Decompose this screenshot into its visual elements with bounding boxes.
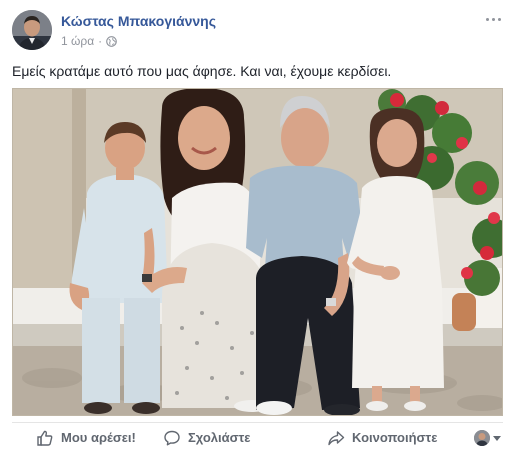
post-photo[interactable]: [12, 88, 503, 416]
share-button[interactable]: Κοινοποιήστε: [327, 423, 437, 453]
thumbs-up-icon: [36, 429, 54, 447]
comment-icon: [163, 429, 181, 447]
post-actions-bar: Μου αρέσει! Σχολιάστε Κοινοποιήστε: [12, 422, 503, 452]
meta-separator: ·: [98, 34, 103, 48]
post-timestamp[interactable]: 1 ώρα: [61, 34, 94, 48]
globe-icon[interactable]: [106, 35, 117, 47]
viewer-avatar: [474, 430, 490, 446]
dot-icon: [485, 17, 489, 21]
post-meta: 1 ώρα ·: [61, 34, 117, 48]
share-icon: [327, 429, 345, 447]
post-text: Εμείς κρατάμε αυτό που μας άφησε. Και να…: [12, 63, 392, 79]
more-options-button[interactable]: [483, 12, 503, 26]
chevron-down-icon: [493, 435, 501, 441]
author-avatar[interactable]: [12, 10, 52, 50]
like-label: Μου αρέσει!: [61, 430, 136, 445]
reaction-identity-selector[interactable]: [474, 430, 501, 446]
share-label: Κοινοποιήστε: [352, 430, 438, 445]
author-name[interactable]: Κώστας Μπακογιάννης: [61, 13, 216, 29]
post-header: Κώστας Μπακογιάννης 1 ώρα ·: [12, 10, 503, 54]
facebook-post: Κώστας Μπακογιάννης 1 ώρα · Εμείς κρατάμ…: [0, 0, 515, 459]
like-button[interactable]: Μου αρέσει!: [36, 423, 136, 453]
dot-icon: [491, 17, 495, 21]
comment-label: Σχολιάστε: [188, 430, 251, 445]
dot-icon: [497, 17, 501, 21]
comment-button[interactable]: Σχολιάστε: [163, 423, 250, 453]
